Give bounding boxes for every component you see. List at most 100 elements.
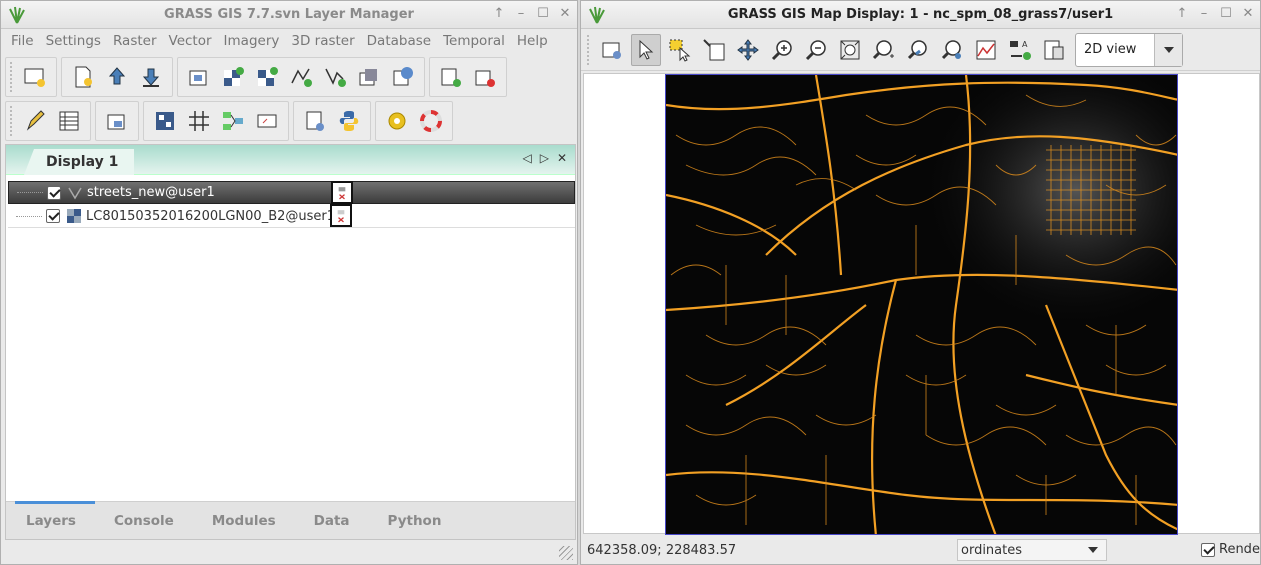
grass-logo-icon bbox=[9, 6, 25, 24]
georectifier-icon[interactable] bbox=[184, 105, 214, 137]
tab-python[interactable]: Python bbox=[388, 513, 442, 529]
layer-visibility-checkbox[interactable] bbox=[46, 209, 60, 223]
add-web-service-icon[interactable] bbox=[388, 61, 418, 93]
script-icon[interactable] bbox=[300, 105, 330, 137]
add-overlay-icon[interactable] bbox=[354, 61, 384, 93]
pointer-icon[interactable] bbox=[631, 33, 661, 66]
analyze-map-icon[interactable] bbox=[971, 34, 1001, 66]
pencil-icon[interactable] bbox=[20, 105, 50, 137]
window-title: GRASS GIS 7.7.svn Layer Manager bbox=[164, 7, 414, 22]
maximize-button[interactable]: ☐ bbox=[537, 6, 549, 21]
add-vector-misc-icon[interactable] bbox=[320, 61, 350, 93]
menu-imagery[interactable]: Imagery bbox=[224, 33, 280, 49]
menu-3d-raster[interactable]: 3D raster bbox=[291, 33, 354, 49]
tab-console[interactable]: Console bbox=[114, 513, 174, 529]
chevron-down-icon[interactable] bbox=[1154, 33, 1182, 66]
remove-layer-icon[interactable] bbox=[470, 61, 500, 93]
add-map-layers-icon[interactable] bbox=[184, 61, 214, 93]
map-image[interactable] bbox=[665, 74, 1178, 535]
view-mode-select[interactable]: 2D view bbox=[1075, 32, 1183, 67]
new-map-display-icon[interactable] bbox=[20, 61, 50, 93]
layer-properties-button[interactable] bbox=[330, 204, 352, 227]
save-workspace-icon[interactable] bbox=[136, 61, 166, 93]
menu-file[interactable]: File bbox=[11, 33, 34, 49]
layer-visibility-checkbox[interactable] bbox=[47, 185, 61, 200]
pin-icon[interactable]: ↑ bbox=[493, 6, 505, 21]
window-title: GRASS GIS Map Display: 1 - nc_spm_08_gra… bbox=[727, 7, 1114, 22]
render-checkbox[interactable]: Rende bbox=[1201, 542, 1260, 557]
add-raster-misc-icon[interactable] bbox=[252, 61, 282, 93]
layer-properties-button[interactable] bbox=[331, 181, 353, 204]
help-lifebuoy-icon[interactable] bbox=[416, 105, 446, 137]
close-button[interactable]: ✕ bbox=[1242, 6, 1254, 21]
tab-display-1[interactable]: Display 1 bbox=[24, 149, 135, 175]
layer-name: LC80150352016200LGN00_B2@user1 bbox=[86, 208, 336, 224]
zoom-menu-icon[interactable] bbox=[937, 34, 967, 66]
tab-close-icon[interactable]: ✕ bbox=[557, 151, 567, 165]
view-mode-value: 2D view bbox=[1084, 42, 1137, 57]
settings-gear-icon[interactable] bbox=[382, 105, 412, 137]
raster-layer-icon bbox=[67, 209, 81, 223]
zoom-in-icon[interactable] bbox=[767, 34, 797, 66]
pin-icon[interactable]: ↑ bbox=[1176, 6, 1188, 21]
chevron-down-icon[interactable] bbox=[1088, 547, 1098, 553]
status-mode-select[interactable]: ordinates bbox=[957, 539, 1107, 561]
attribute-table-icon[interactable] bbox=[54, 105, 84, 137]
render-map-icon[interactable] bbox=[597, 34, 627, 66]
map-display-window: GRASS GIS Map Display: 1 - nc_spm_08_gra… bbox=[580, 0, 1261, 565]
mapset-icon[interactable] bbox=[102, 105, 132, 137]
tab-next-icon[interactable]: ▷ bbox=[540, 151, 549, 165]
new-workspace-icon[interactable] bbox=[68, 61, 98, 93]
status-bar: 642358.09; 228483.57 ordinates Rende bbox=[581, 536, 1260, 564]
vector-layer-icon bbox=[68, 187, 82, 199]
tab-layers[interactable]: Layers bbox=[26, 513, 76, 529]
bottom-tab-bar: Layers Console Modules Data Python bbox=[6, 501, 575, 539]
zoom-back-icon[interactable] bbox=[903, 34, 933, 66]
map-decorations-icon[interactable]: A bbox=[1005, 34, 1035, 66]
tab-prev-icon[interactable]: ◁ bbox=[522, 151, 531, 165]
add-raster-icon[interactable] bbox=[218, 61, 248, 93]
graphical-modeler-icon[interactable] bbox=[218, 105, 248, 137]
cartographic-composer-icon[interactable] bbox=[150, 105, 180, 137]
menu-vector[interactable]: Vector bbox=[169, 33, 212, 49]
close-button[interactable]: ✕ bbox=[559, 6, 571, 21]
python-icon[interactable] bbox=[334, 105, 364, 137]
select-features-icon[interactable] bbox=[665, 34, 695, 66]
menu-raster[interactable]: Raster bbox=[113, 33, 157, 49]
minimize-button[interactable]: – bbox=[1198, 6, 1210, 21]
pan-icon[interactable] bbox=[733, 34, 763, 66]
tools-toolbar bbox=[1, 99, 577, 143]
tab-data[interactable]: Data bbox=[314, 513, 350, 529]
map-composer-icon[interactable] bbox=[252, 105, 282, 137]
display-notebook: Display 1 ◁ ▷ ✕ streets_new@user1 LC8015… bbox=[5, 144, 576, 540]
status-mode-value: ordinates bbox=[961, 542, 1023, 558]
save-display-icon[interactable] bbox=[1039, 34, 1069, 66]
menu-help[interactable]: Help bbox=[517, 33, 548, 49]
menu-database[interactable]: Database bbox=[367, 33, 431, 49]
resize-grip[interactable] bbox=[559, 546, 573, 560]
display-tab-bar: Display 1 ◁ ▷ ✕ bbox=[6, 145, 575, 175]
layer-manager-titlebar[interactable]: GRASS GIS 7.7.svn Layer Manager ↑ – ☐ ✕ bbox=[1, 1, 577, 29]
render-label: Rende bbox=[1219, 542, 1260, 557]
query-icon[interactable] bbox=[699, 34, 729, 66]
open-workspace-icon[interactable] bbox=[102, 61, 132, 93]
map-display-titlebar[interactable]: GRASS GIS Map Display: 1 - nc_spm_08_gra… bbox=[581, 1, 1260, 29]
tab-modules[interactable]: Modules bbox=[212, 513, 276, 529]
render-checkbox-box[interactable] bbox=[1201, 542, 1215, 557]
layer-toolbar bbox=[1, 55, 577, 99]
layer-row-streets[interactable]: streets_new@user1 bbox=[8, 181, 575, 204]
add-group-icon[interactable] bbox=[436, 61, 466, 93]
menu-settings[interactable]: Settings bbox=[46, 33, 101, 49]
layer-manager-window: GRASS GIS 7.7.svn Layer Manager ↑ – ☐ ✕ … bbox=[0, 0, 578, 565]
zoom-extent-icon[interactable] bbox=[835, 34, 865, 66]
menu-temporal[interactable]: Temporal bbox=[443, 33, 505, 49]
zoom-out-icon[interactable] bbox=[801, 34, 831, 66]
maximize-button[interactable]: ☐ bbox=[1220, 6, 1232, 21]
add-vector-icon[interactable] bbox=[286, 61, 316, 93]
zoom-to-layer-icon[interactable] bbox=[869, 34, 899, 66]
map-toolbar: A 2D view bbox=[581, 29, 1260, 71]
minimize-button[interactable]: – bbox=[515, 6, 527, 21]
layer-row-landsat[interactable]: LC80150352016200LGN00_B2@user1 bbox=[8, 204, 575, 228]
coordinates-readout: 642358.09; 228483.57 bbox=[587, 542, 737, 558]
map-canvas[interactable] bbox=[583, 73, 1260, 535]
